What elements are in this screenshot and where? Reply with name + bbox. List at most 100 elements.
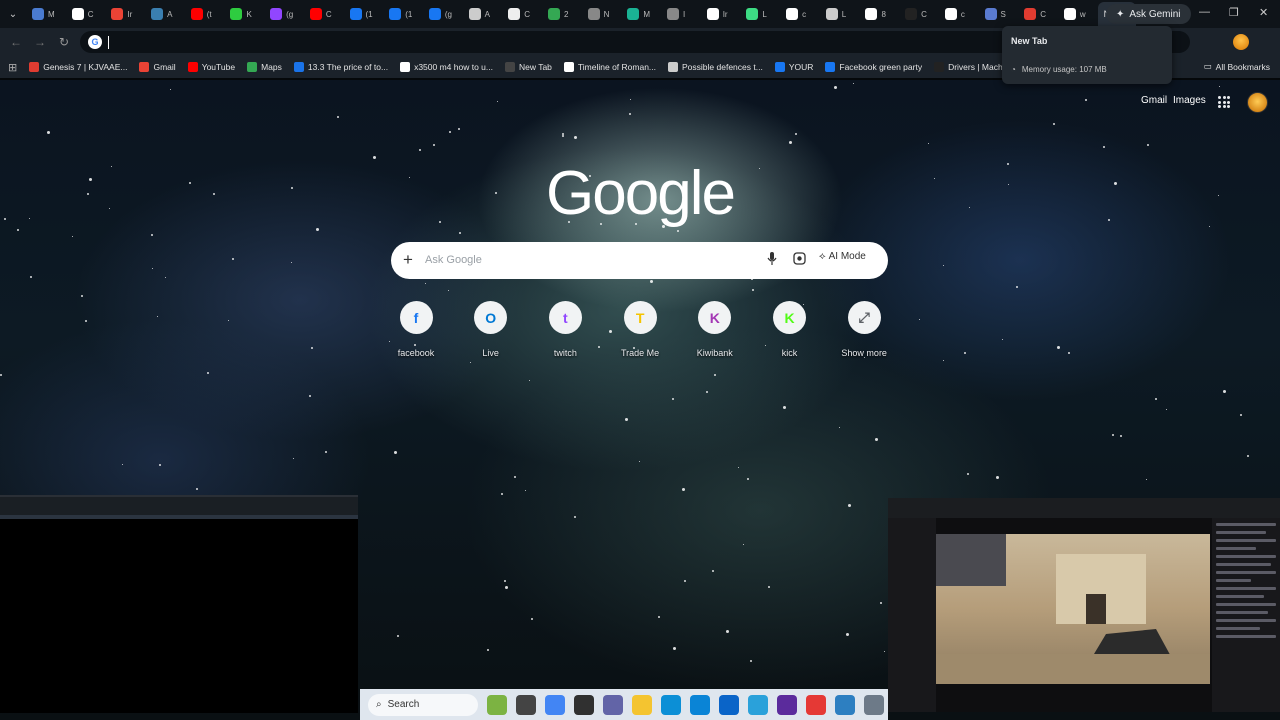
tab[interactable]: C (66, 3, 106, 25)
bookmark-item[interactable]: Genesis 7 | KJVAAE... (29, 62, 127, 72)
tab[interactable]: M (621, 3, 661, 25)
shortcut-tile[interactable]: Kkick (755, 301, 825, 358)
tab-title: Ir (722, 9, 728, 19)
tab-favicon-icon (667, 8, 679, 20)
bookmark-item[interactable]: New Tab (504, 62, 552, 72)
star (1057, 346, 1060, 349)
tab[interactable]: N (582, 3, 622, 25)
tab[interactable]: Ir (105, 3, 145, 25)
minimize-icon[interactable]: — (1199, 6, 1210, 18)
tab[interactable]: c (939, 3, 979, 25)
ai-mode-button[interactable]: ⟡ AI Mode (819, 251, 866, 262)
star (1247, 455, 1249, 457)
bookmark-item[interactable]: Gmail (139, 62, 176, 72)
mic-icon[interactable] (767, 252, 777, 271)
star (967, 473, 969, 475)
reload-icon[interactable]: ↻ (52, 35, 76, 49)
obs-icon[interactable] (574, 694, 594, 715)
taskbar-search[interactable]: ⌕ Search (368, 693, 478, 716)
search-input[interactable]: Ask Google (425, 254, 482, 266)
add-icon[interactable]: + (403, 250, 413, 270)
task-view-icon[interactable] (516, 694, 536, 715)
tab[interactable]: 2 (542, 3, 582, 25)
bookmark-item[interactable]: YouTube (187, 62, 235, 72)
forward-icon[interactable]: → (28, 35, 52, 49)
store-icon[interactable] (690, 694, 710, 715)
shortcut-tile[interactable]: T Trade Me (605, 301, 675, 358)
tab-favicon-icon (71, 8, 84, 20)
bookmark-item[interactable]: Timeline of Roman... (563, 62, 657, 72)
gmail-link[interactable]: Gmail (1141, 95, 1167, 106)
star (1103, 146, 1105, 148)
bookmark-item[interactable]: YOUR (774, 62, 813, 72)
tab-title: c (960, 9, 965, 19)
app-red-icon[interactable] (806, 694, 826, 715)
tab[interactable]: M (26, 3, 66, 25)
google-apps-icon[interactable] (1218, 96, 1230, 108)
bookmark-favicon-icon (825, 62, 836, 72)
tab[interactable]: A (145, 3, 185, 25)
tab[interactable]: I (661, 3, 701, 25)
bookmark-label: Timeline of Roman... (577, 62, 657, 72)
close-window-icon[interactable]: ✕ (1259, 6, 1268, 19)
tab[interactable]: (g (264, 3, 304, 25)
tab-title: L (762, 9, 767, 19)
tab[interactable]: (t (185, 3, 225, 25)
tab[interactable]: Ir (701, 3, 741, 25)
widget-icon[interactable] (487, 694, 507, 715)
shortcut-tile[interactable]: K Kiwibank (680, 301, 750, 358)
tab[interactable]: C (1018, 3, 1058, 25)
account-avatar[interactable] (1247, 92, 1268, 113)
maximize-icon[interactable]: ❐ (1229, 6, 1239, 19)
shortcut-tile[interactable]: ⤢ Show more (829, 301, 899, 358)
files-icon[interactable] (632, 694, 652, 715)
bookmark-item[interactable]: Facebook green party (825, 62, 922, 72)
tab[interactable]: C (899, 3, 939, 25)
lens-icon[interactable] (793, 252, 806, 270)
tab[interactable]: c (780, 3, 820, 25)
tab[interactable]: L (740, 3, 780, 25)
profile-avatar-icon[interactable] (1233, 34, 1249, 50)
google-g-icon: G (88, 35, 102, 49)
star (743, 544, 744, 545)
tab[interactable]: S (979, 3, 1019, 25)
app-purple-icon[interactable] (777, 694, 797, 715)
bookmark-item[interactable]: x3500 m4 how to u... (400, 62, 493, 72)
tab-favicon-icon (270, 8, 283, 20)
tab[interactable]: C (502, 3, 542, 25)
star (562, 133, 564, 135)
outlook-icon[interactable] (719, 694, 739, 715)
bookmark-item[interactable]: Maps (247, 62, 282, 72)
tab[interactable]: w (1058, 3, 1098, 25)
tab[interactable]: (1 (344, 3, 384, 25)
settings-icon[interactable] (864, 694, 884, 715)
tab[interactable]: (g (423, 3, 463, 25)
edge-icon[interactable] (661, 694, 681, 715)
bookmark-item[interactable]: Possible defences t... (668, 62, 763, 72)
tab[interactable]: L (820, 3, 860, 25)
shortcut-tile[interactable]: t twitch (530, 301, 600, 358)
ask-gemini-button[interactable]: ✦ Ask Gemini (1106, 4, 1191, 24)
shortcut-tile[interactable]: O Live (456, 301, 526, 358)
teams-icon[interactable] (603, 694, 623, 715)
star (170, 89, 171, 90)
search-box[interactable]: + Ask Google ⟡ AI Mode (391, 242, 888, 279)
apps-grid-icon[interactable]: ⊞ (8, 61, 17, 74)
tab[interactable]: A (463, 3, 503, 25)
tab-search-chevron-icon[interactable]: ⌄ (0, 9, 26, 20)
shortcut-tile[interactable]: f facebook (381, 301, 451, 358)
tab[interactable]: K (224, 3, 264, 25)
tab[interactable]: (1 (383, 3, 423, 25)
chrome-icon[interactable] (545, 694, 565, 715)
back-icon[interactable]: ← (4, 35, 28, 49)
hover-card-memory: ◔ Memory usage: 107 MB (1011, 65, 1107, 74)
tab[interactable]: 8 (859, 3, 899, 25)
star (157, 316, 158, 317)
tab[interactable]: C (304, 3, 344, 25)
app-blue-icon[interactable] (835, 694, 855, 715)
all-bookmarks-button[interactable]: ▭ All Bookmarks (1204, 61, 1270, 72)
images-link[interactable]: Images (1173, 95, 1206, 106)
telegram-icon[interactable] (748, 694, 768, 715)
bookmark-item[interactable]: 13.3 The price of to... (293, 62, 388, 72)
star (459, 232, 461, 234)
